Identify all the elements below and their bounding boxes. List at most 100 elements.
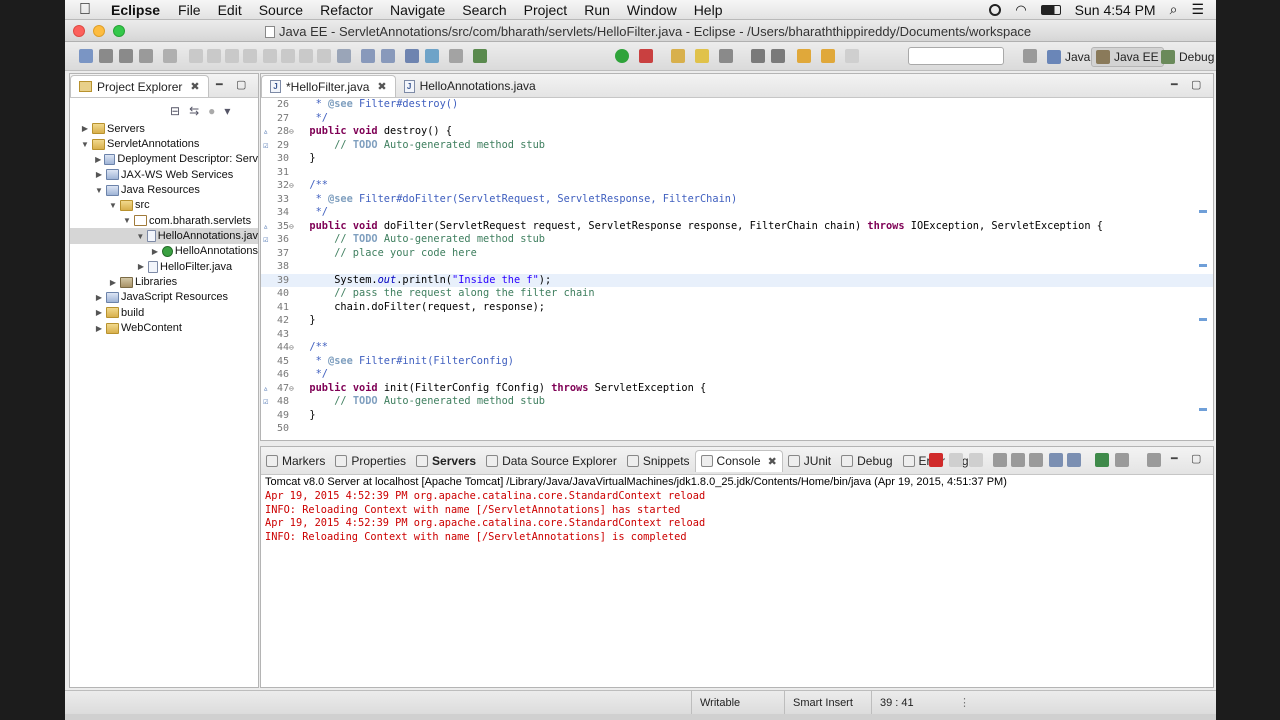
open-perspective-icon[interactable] (1023, 49, 1037, 63)
menu-project[interactable]: Project (524, 2, 568, 18)
tab-snippets[interactable]: Snippets (622, 450, 695, 472)
tree-item[interactable]: ▶ HelloAnnotations (70, 244, 258, 259)
chevron-right-icon[interactable]: ▶ (108, 278, 118, 287)
record-icon[interactable] (989, 3, 1002, 16)
chevron-right-icon[interactable]: ▶ (94, 155, 102, 164)
status-trim-handle[interactable]: ⋮ (959, 696, 970, 709)
word-wrap-icon[interactable] (1029, 453, 1043, 467)
fold-toggle-icon[interactable]: ⊖ (289, 179, 295, 193)
skip-breakpoints-icon[interactable] (163, 49, 177, 63)
perspective-java[interactable]: Java (1043, 47, 1094, 67)
code-line[interactable]: 38 (261, 260, 1213, 274)
tab-debug[interactable]: Debug (836, 450, 897, 472)
tab-console[interactable]: Console ✖ (694, 449, 783, 472)
menu-edit[interactable]: Edit (218, 2, 242, 18)
console-output[interactable]: Apr 19, 2015 4:52:39 PM org.apache.catal… (265, 490, 705, 544)
minimize-icon[interactable]: ━ (216, 78, 223, 91)
step-over-icon[interactable] (281, 49, 295, 63)
battery-icon[interactable] (1040, 4, 1061, 15)
chevron-right-icon[interactable]: ▶ (94, 324, 104, 333)
open-console-icon[interactable] (1147, 453, 1161, 467)
clear-console-icon[interactable] (993, 453, 1007, 467)
maximize-icon[interactable]: ▢ (1191, 78, 1201, 91)
code-line[interactable]: 29 ☑ // TODO Auto-generated method stub (261, 139, 1213, 153)
tree-item[interactable]: ▶ Libraries (70, 274, 258, 289)
disconnect-icon[interactable] (243, 49, 257, 63)
tree-item[interactable]: ▼ Java Resources (70, 182, 258, 197)
new-package-icon[interactable] (361, 49, 375, 63)
code-line[interactable]: 36 ☑ // TODO Auto-generated method stub (261, 233, 1213, 247)
terminate-icon[interactable] (225, 49, 239, 63)
tree-item[interactable]: ▶ WebContent (70, 320, 258, 335)
override-marker-icon[interactable]: ▵ (263, 221, 268, 235)
close-icon[interactable]: ✖ (768, 455, 777, 468)
apple-icon[interactable]:  (79, 1, 99, 19)
code-line[interactable]: 50 (261, 422, 1213, 436)
view-menu-icon[interactable]: ▾ (224, 104, 230, 118)
tab-junit[interactable]: JUnit (783, 450, 836, 472)
maximize-icon[interactable]: ▢ (236, 78, 246, 91)
code-line[interactable]: 49 } (261, 409, 1213, 423)
resume-icon[interactable] (189, 49, 203, 63)
tree-item[interactable]: ▼ com.bharath.servlets (70, 213, 258, 228)
code-line[interactable]: 26 * @see Filter#destroy() (261, 98, 1213, 112)
chevron-down-icon[interactable]: ▼ (94, 186, 104, 195)
code-line[interactable]: 43 (261, 328, 1213, 342)
code-line[interactable]: 37 // place your code here (261, 247, 1213, 261)
menu-refactor[interactable]: Refactor (320, 2, 373, 18)
wifi-icon[interactable]: ◠ (1015, 2, 1026, 18)
close-icon[interactable]: ✖ (377, 80, 386, 93)
show-console-on-stdout-icon[interactable] (1049, 453, 1063, 467)
menu-window[interactable]: Window (627, 2, 677, 18)
overview-ruler-mark[interactable] (1199, 408, 1207, 411)
menu-source[interactable]: Source (259, 2, 303, 18)
show-console-on-stderr-icon[interactable] (1067, 453, 1081, 467)
tree-item[interactable]: ▶ JavaScript Resources (70, 290, 258, 305)
chevron-right-icon[interactable]: ▶ (150, 247, 160, 256)
fold-toggle-icon[interactable]: ⊖ (289, 382, 295, 396)
filter-icon[interactable]: ● (208, 104, 215, 118)
chevron-right-icon[interactable]: ▶ (94, 293, 104, 302)
web-browser-icon[interactable] (425, 49, 439, 63)
remove-launch-icon[interactable] (949, 453, 963, 467)
code-line[interactable]: 44 ⊖ /** (261, 341, 1213, 355)
clock[interactable]: Sun 4:54 PM (1075, 2, 1156, 18)
code-line[interactable]: 40 // pass the request along the filter … (261, 287, 1213, 301)
menu-run[interactable]: Run (584, 2, 610, 18)
terminate-icon[interactable] (929, 453, 943, 467)
tree-item[interactable]: ▶ HelloFilter.java (70, 259, 258, 274)
new-icon[interactable] (79, 49, 93, 63)
open-type-icon[interactable] (405, 49, 419, 63)
search-icon[interactable] (449, 49, 463, 63)
scroll-lock-icon[interactable] (1011, 453, 1025, 467)
minimize-icon[interactable]: ━ (1171, 452, 1178, 465)
menu-navigate[interactable]: Navigate (390, 2, 445, 18)
new-class-icon[interactable] (381, 49, 395, 63)
step-return-icon[interactable] (299, 49, 313, 63)
tree-item[interactable]: ▶ Servers (70, 121, 258, 136)
chevron-down-icon[interactable]: ▼ (122, 216, 132, 225)
tree-item[interactable]: ▼ HelloAnnotations.jav (70, 228, 258, 244)
chevron-down-icon[interactable]: ▼ (136, 232, 145, 241)
code-line[interactable]: 27 */ (261, 112, 1213, 126)
tree-item[interactable]: ▶ Deployment Descriptor: Serv (70, 152, 258, 167)
code-line[interactable]: 35 ▵ ⊖ public void doFilter(ServletRequest… (261, 220, 1213, 234)
save-icon[interactable] (99, 49, 113, 63)
link-with-editor-icon[interactable]: ⇆ (189, 104, 199, 118)
tree-item[interactable]: ▶ build (70, 305, 258, 320)
minimize-icon[interactable]: ━ (1171, 78, 1178, 91)
minimize-window-button[interactable] (93, 25, 105, 37)
code-line[interactable]: 41 chain.doFilter(request, response); (261, 301, 1213, 315)
code-line[interactable]: 39 System.out.println("Inside the f"); (261, 273, 1213, 287)
print-icon[interactable] (139, 49, 153, 63)
code-line[interactable]: 47 ▵ ⊖ public void init(FilterConfig fConf… (261, 382, 1213, 396)
code-line[interactable]: 30 } (261, 152, 1213, 166)
previous-annotation-icon[interactable] (771, 49, 785, 63)
chevron-right-icon[interactable]: ▶ (94, 170, 104, 179)
fold-toggle-icon[interactable]: ⊖ (289, 220, 295, 234)
save-all-icon[interactable] (119, 49, 133, 63)
new-server-icon[interactable] (337, 49, 351, 63)
toggle-mark-occurrences-icon[interactable] (695, 49, 709, 63)
code-line[interactable]: 46 */ (261, 368, 1213, 382)
app-name-menu[interactable]: Eclipse (111, 2, 160, 18)
